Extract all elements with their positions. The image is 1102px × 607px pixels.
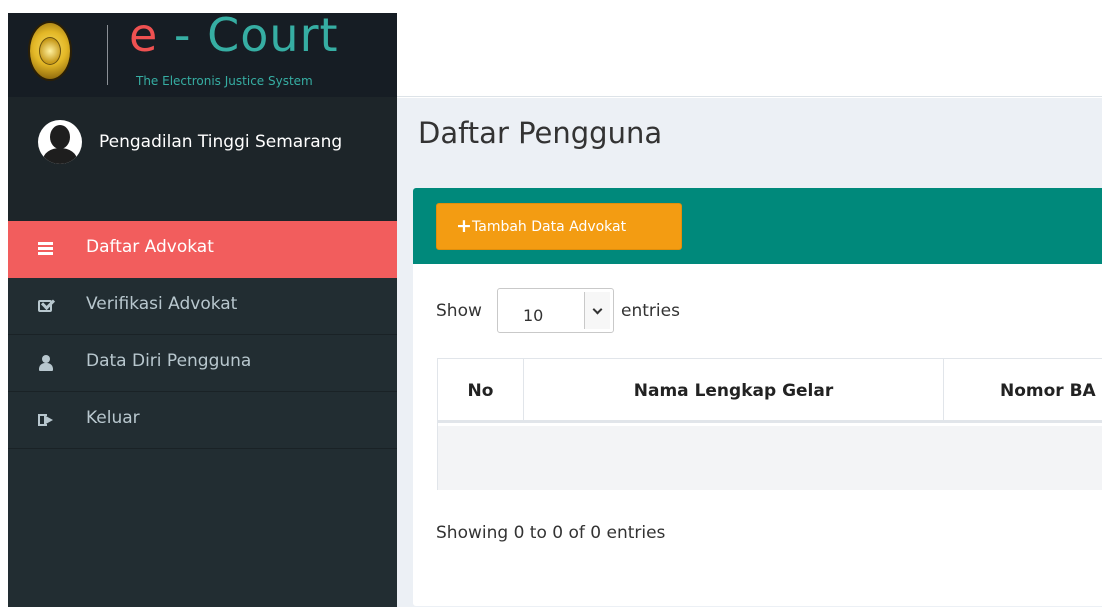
- avatar-body: [43, 148, 77, 164]
- entries-label: entries: [621, 301, 680, 321]
- user-name: Pengadilan Tinggi Semarang: [99, 132, 343, 152]
- user-panel: Pengadilan Tinggi Semarang: [8, 97, 397, 221]
- add-advokat-button[interactable]: + Tambah Data Advokat: [436, 203, 682, 250]
- sidebar-item-data-diri-pengguna[interactable]: Data Diri Pengguna: [8, 335, 397, 392]
- page-title: Daftar Pengguna: [418, 116, 663, 150]
- add-advokat-label: Tambah Data Advokat: [472, 219, 627, 235]
- brand-bar[interactable]: e - Court The Electronis Justice System: [8, 8, 397, 97]
- sidebar-item-verifikasi-advokat[interactable]: Verifikasi Advokat: [8, 278, 397, 335]
- check-square-icon: [38, 298, 54, 314]
- column-header-no[interactable]: No: [438, 359, 524, 423]
- table-info: Showing 0 to 0 of 0 entries: [436, 523, 666, 543]
- column-header-nama-lengkap-gelar[interactable]: Nama Lengkap Gelar: [524, 359, 944, 423]
- court-emblem-logo: [28, 21, 72, 81]
- entries-per-page-select[interactable]: 10: [497, 288, 614, 333]
- brand-title-e: e: [129, 8, 159, 62]
- sidebar-item-label: Keluar: [86, 408, 140, 428]
- sidebar-item-label: Verifikasi Advokat: [86, 294, 238, 314]
- table-empty-row: [438, 426, 1102, 490]
- user-icon: [38, 355, 54, 371]
- chevron-down-icon: [592, 304, 603, 315]
- show-label: Show: [436, 301, 482, 321]
- brand-title: e - Court: [129, 7, 339, 63]
- table-header: No Nama Lengkap Gelar Nomor BA: [438, 359, 1102, 423]
- content-area: Daftar Pengguna + Tambah Data Advokat Sh…: [397, 98, 1102, 607]
- emblem-center: [39, 37, 61, 65]
- select-arrow-box: [584, 292, 610, 329]
- plus-icon: +: [456, 215, 472, 237]
- sidebar: Pengadilan Tinggi Semarang Daftar Advoka…: [8, 97, 397, 607]
- sidebar-item-label: Daftar Advokat: [86, 237, 214, 257]
- users-table: No Nama Lengkap Gelar Nomor BA: [437, 358, 1102, 490]
- brand-subtitle: The Electronis Justice System: [136, 74, 313, 88]
- avatar: [38, 120, 82, 164]
- brand-title-rest: - Court: [158, 8, 339, 62]
- app-root: e - Court The Electronis Justice System …: [0, 0, 1102, 607]
- avatar-head: [50, 125, 70, 149]
- list-icon: [38, 241, 54, 257]
- top-navbar: [397, 0, 1102, 97]
- sign-out-icon: [38, 412, 54, 428]
- sidebar-item-label: Data Diri Pengguna: [86, 351, 252, 371]
- column-header-nomor-ba[interactable]: Nomor BA: [944, 359, 1102, 423]
- sidebar-menu: Daftar Advokat Verifikasi Advokat Data D…: [8, 221, 397, 449]
- sidebar-item-daftar-advokat[interactable]: Daftar Advokat: [8, 221, 397, 278]
- users-box: + Tambah Data Advokat Show 10 entries No…: [413, 188, 1102, 606]
- entries-per-page-value: 10: [523, 306, 544, 325]
- sidebar-item-keluar[interactable]: Keluar: [8, 392, 397, 449]
- brand-divider: [107, 25, 108, 85]
- box-header: + Tambah Data Advokat: [413, 188, 1102, 264]
